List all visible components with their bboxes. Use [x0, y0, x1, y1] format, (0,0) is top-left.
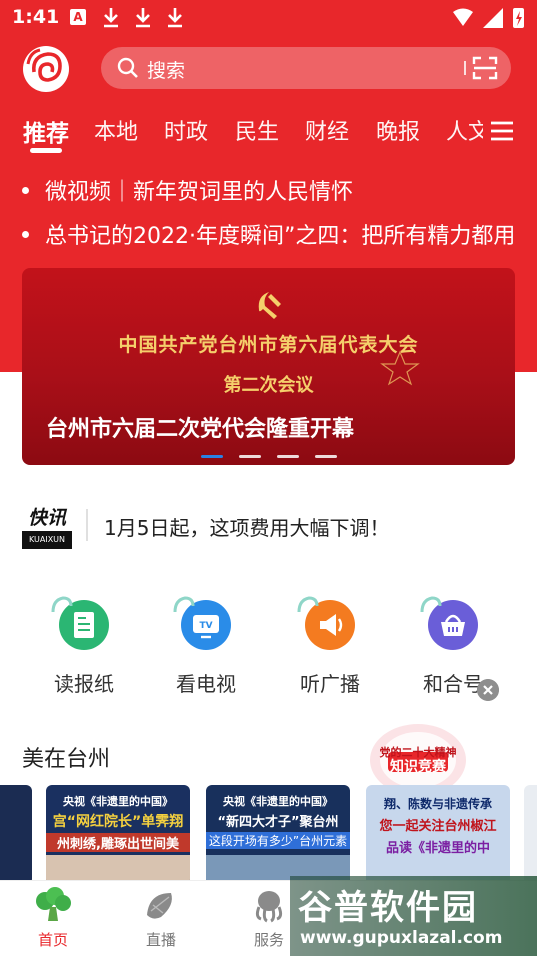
- download-icon: [168, 8, 182, 28]
- tab-politics[interactable]: 时政: [164, 114, 208, 146]
- bullet-icon: [22, 230, 29, 238]
- video-card[interactable]: 央视《非遗里的中国》 宫“网红院长”单霁翔 州刺绣,雕琢出世间美: [46, 785, 190, 885]
- kuaixun-news-text[interactable]: 1月5日起，这项费用大幅下调！: [104, 512, 389, 541]
- card-mid-text: “新四大才子”聚台州: [217, 815, 339, 830]
- close-icon[interactable]: [477, 679, 499, 701]
- headline-text: 微视频｜新年贺词里的人民情怀: [45, 180, 354, 205]
- quick-read-newspaper[interactable]: 读报纸: [29, 596, 139, 696]
- video-card[interactable]: 翔、陈数与非遗传承 您一起关注台州椒江 品读《非遗里的中: [366, 785, 510, 885]
- card-top-text: 央视《非遗里的中国》: [223, 795, 333, 808]
- status-time: 1:41: [12, 6, 60, 28]
- status-bar: 1:41 A: [0, 0, 537, 36]
- kuaixun-logo-text: 快讯: [27, 507, 66, 529]
- notification-a-icon: A: [70, 9, 86, 25]
- phoenix-deco-icon: [51, 596, 73, 613]
- signal-icon: [483, 8, 503, 28]
- kuaixun-divider: [86, 509, 88, 541]
- nav-live[interactable]: 直播: [116, 881, 206, 956]
- headline-text: 总书记的2022·年度瞬间”之四：把所有精力都用: [45, 224, 516, 249]
- quick-listen-radio[interactable]: 听广播: [275, 596, 385, 696]
- banner-carousel[interactable]: 中国共产党台州市第六届代表大会 第二次会议 台州市六届二次党代会隆重开幕: [22, 268, 515, 465]
- broccoli-icon: [36, 887, 71, 921]
- search-placeholder: 搜索: [147, 60, 186, 82]
- carousel-dot: [239, 455, 261, 458]
- nav-label: 首页: [37, 931, 68, 949]
- card-top-text: 央视《非遗里的中国》: [63, 795, 173, 808]
- tab-finance[interactable]: 财经: [305, 114, 349, 146]
- tab-livelihood[interactable]: 民生: [235, 114, 279, 146]
- card-mid-text: 宫“网红院长”单霁翔: [52, 814, 184, 830]
- card-bottom-text: 这段开场有多少”台州元素: [206, 832, 350, 849]
- carousel-indicator: [201, 455, 341, 459]
- card-bottom-text: 品读《非遗里的中: [385, 841, 490, 856]
- app-logo[interactable]: [20, 44, 72, 94]
- fish-icon: [147, 893, 172, 919]
- scan-icon[interactable]: [472, 56, 498, 80]
- quick-watch-tv[interactable]: TV 看电视: [151, 596, 261, 696]
- watermark-title: 谷普软件园: [298, 888, 478, 928]
- tab-recommend[interactable]: 推荐: [23, 114, 69, 148]
- section-title: 美在台州: [22, 747, 111, 772]
- wifi-icon: [453, 8, 473, 26]
- tab-evening-paper[interactable]: 晚报: [376, 114, 420, 146]
- banner-title: 台州市六届二次党代会隆重开幕: [46, 417, 355, 442]
- phoenix-deco-icon: [297, 596, 319, 613]
- system-status-icons: [453, 8, 524, 28]
- headline-item[interactable]: 总书记的2022·年度瞬间”之四：把所有精力都用: [22, 218, 537, 250]
- kuaixun-logo-subtext: KUAIXUN: [22, 531, 72, 549]
- watermark: 谷普软件园 www.gupuxlazal.com: [290, 876, 537, 956]
- bullet-icon: [22, 186, 29, 194]
- search-icon: [117, 57, 138, 78]
- phoenix-deco-icon: [420, 596, 442, 613]
- phoenix-deco-icon: [173, 596, 195, 613]
- tab-local[interactable]: 本地: [94, 114, 138, 146]
- party-emblem-icon: [258, 292, 281, 319]
- headline-item[interactable]: 微视频｜新年贺词里的人民情怀: [22, 174, 522, 206]
- tab-culture[interactable]: 人文: [446, 114, 483, 146]
- carousel-dot: [201, 455, 223, 458]
- quick-icon-label: 听广播: [300, 672, 360, 696]
- partial-card[interactable]: [524, 785, 537, 885]
- carousel-dot: [277, 455, 299, 458]
- download-icon: [104, 8, 118, 28]
- watermark-url: www.gupuxlazal.com: [300, 928, 503, 948]
- card-bottom-text: 州刺绣,雕琢出世间美: [46, 833, 190, 852]
- quick-icon-label: 看电视: [176, 672, 236, 696]
- card-mid-text: 您一起关注台州椒江: [379, 819, 497, 834]
- octopus-icon: [255, 891, 283, 923]
- nav-label: 直播: [145, 931, 176, 949]
- banner-subheadline: 第二次会议: [223, 375, 314, 396]
- video-card[interactable]: 央视《非遗里的中国》 “新四大才子”聚台州 这段开场有多少”台州元素: [206, 785, 350, 885]
- carousel-dot: [315, 455, 337, 458]
- quiz-badge-line2: 知识竞赛: [390, 759, 446, 775]
- svg-text:TV: TV: [199, 621, 212, 631]
- download-icon: [136, 8, 150, 28]
- card-top-text: 翔、陈数与非遗传承: [383, 797, 492, 811]
- nav-home[interactable]: 首页: [8, 881, 98, 956]
- kuaixun-logo: 快讯 KUAIXUN: [22, 503, 72, 551]
- active-tab-indicator: [30, 148, 62, 153]
- category-tabs: 推荐 本地 时政 民生 财经 晚报 人文: [0, 108, 537, 156]
- search-input[interactable]: 搜索: [101, 47, 511, 89]
- menu-icon[interactable]: [489, 120, 515, 142]
- partial-card[interactable]: [0, 785, 32, 885]
- card-strip: 央视《非遗里的中国》 宫“网红院长”单霁翔 州刺绣,雕琢出世间美 央视《非遗里的…: [0, 785, 537, 885]
- quick-icon-label: 读报纸: [54, 672, 114, 696]
- search-divider: [464, 61, 466, 75]
- banner-headline: 中国共产党台州市第六届代表大会: [118, 334, 419, 356]
